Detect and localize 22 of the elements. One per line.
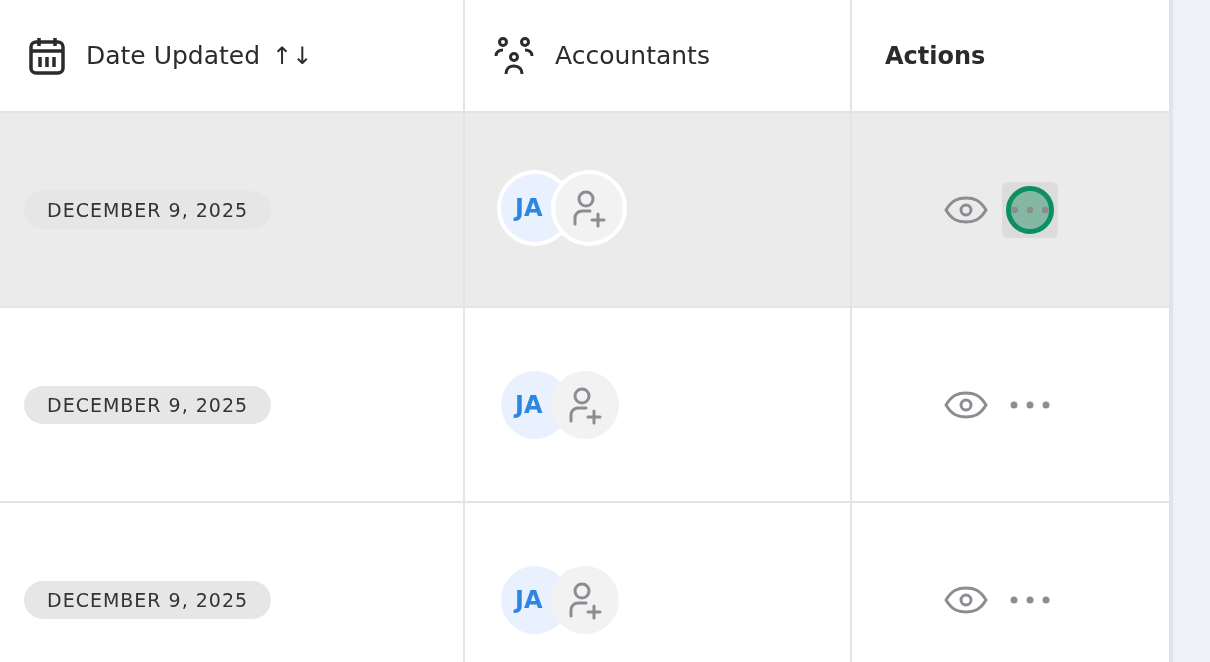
column-header[interactable]: Date Updated <box>86 41 261 70</box>
calendar-icon <box>28 35 66 76</box>
view-button[interactable] <box>943 585 988 614</box>
view-button[interactable] <box>943 390 988 419</box>
view-button[interactable] <box>943 195 988 224</box>
more-icon <box>1009 595 1050 604</box>
date-badge: DECEMBER 9, 2025 <box>24 190 272 229</box>
date-badge: DECEMBER 9, 2025 <box>24 580 272 619</box>
sort-icon[interactable]: ↑↓ <box>272 41 313 70</box>
eye-icon <box>943 195 988 224</box>
more-button[interactable] <box>1001 181 1058 238</box>
table-row[interactable]: DECEMBER 9, 2025 JA <box>0 113 1169 308</box>
column-header: Accountants <box>555 41 710 70</box>
table-row[interactable]: DECEMBER 9, 2025 JA <box>0 308 1169 503</box>
eye-icon <box>943 585 988 614</box>
date-badge: DECEMBER 9, 2025 <box>24 385 272 424</box>
more-icon <box>1009 400 1050 409</box>
people-icon <box>493 35 535 76</box>
more-icon <box>1010 205 1049 214</box>
eye-icon <box>943 390 988 419</box>
column-header: Actions <box>885 41 986 70</box>
table-row[interactable]: DECEMBER 9, 2025 JA <box>0 503 1169 662</box>
